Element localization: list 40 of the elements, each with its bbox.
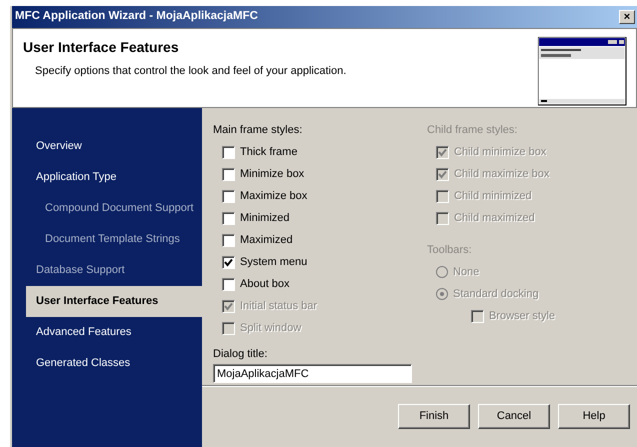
wizard-button[interactable]: Cancel [478, 404, 550, 429]
option-label: Thick frame [240, 145, 298, 160]
wizard-button[interactable]: Help [558, 404, 630, 429]
option-label: Child minimized [454, 189, 532, 204]
option-label: Minimized [240, 211, 290, 226]
window-title: MFC Application Wizard - MojaAplikacjaMFC [15, 9, 258, 24]
checkbox[interactable] [222, 234, 235, 247]
option-label: Child maximize box [454, 167, 550, 182]
option-label: Child maximized [454, 211, 535, 226]
option-label: Initial status bar [240, 299, 318, 314]
checkbox[interactable] [222, 212, 235, 225]
option-label: Standard docking [453, 286, 539, 302]
sidebar-item[interactable]: Overview [12, 131, 202, 162]
close-button[interactable]: × [619, 10, 635, 24]
option-label: Child minimize box [454, 145, 546, 160]
page-title: User Interface Features [23, 38, 180, 57]
sidebar-item[interactable]: Application Type [12, 162, 202, 193]
checkbox[interactable] [222, 190, 235, 203]
option-label: Split window [240, 321, 302, 336]
option-label: Minimize box [240, 167, 304, 182]
option-label: Maximized [240, 233, 293, 248]
checkbox[interactable] [222, 256, 235, 269]
group-label: Toolbars: [427, 242, 473, 258]
page-description: Specify options that control the look and feel of your application. [34, 64, 346, 79]
group-label: Main frame styles: [213, 123, 304, 138]
sidebar-item[interactable]: Generated Classes [12, 348, 202, 379]
sidebar-item[interactable]: User Interface Features [26, 286, 202, 317]
group-label: Child frame styles: [427, 123, 518, 138]
checkbox[interactable] [222, 278, 235, 291]
wizard-button[interactable]: Finish [398, 404, 470, 429]
checkbox[interactable] [222, 168, 235, 181]
sidebar-item[interactable]: Advanced Features [12, 317, 202, 348]
dialog-title-field[interactable]: MojaAplikacjaMFC [213, 364, 412, 383]
option-label: About box [240, 277, 290, 292]
option-label: Browser style [489, 308, 556, 324]
field-label: Dialog title: [213, 346, 268, 362]
checkbox[interactable] [222, 146, 235, 159]
option-label: Maximize box [240, 189, 308, 204]
option-label: None [453, 264, 480, 280]
option-label: System menu [240, 255, 308, 270]
